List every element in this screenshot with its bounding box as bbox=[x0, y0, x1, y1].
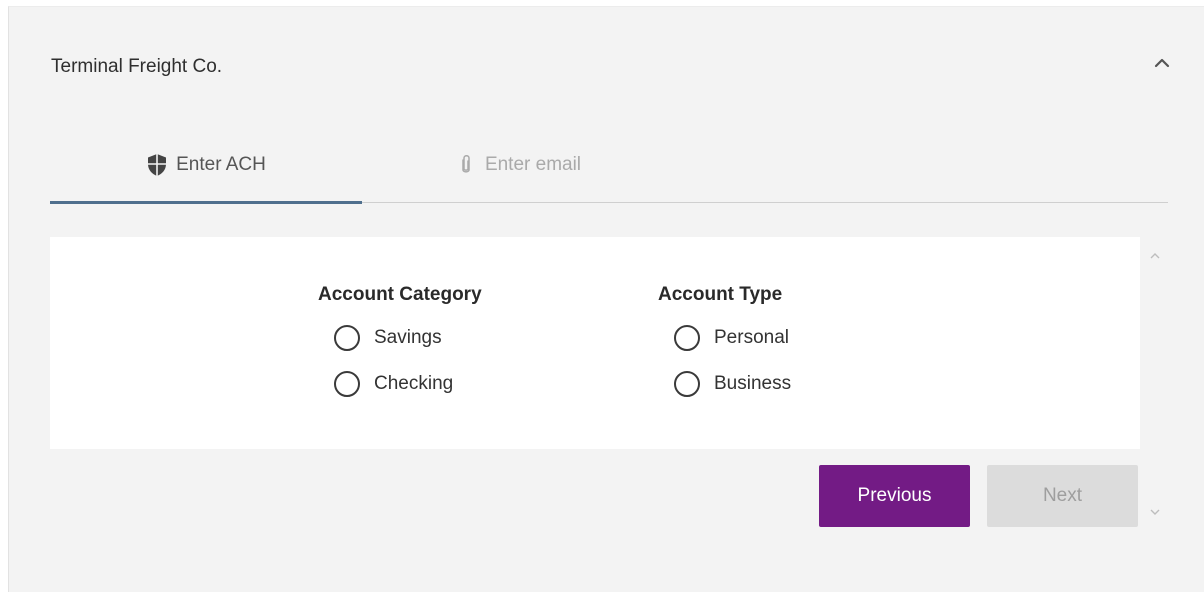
account-category-group: Account Category Savings Checking bbox=[318, 284, 482, 407]
account-type-group: Account Type Personal Business bbox=[658, 284, 791, 407]
tab-label: Enter email bbox=[484, 153, 582, 175]
radio-label: Personal bbox=[714, 327, 789, 348]
scrollbar[interactable] bbox=[1140, 237, 1168, 527]
scroll-up-icon[interactable] bbox=[1148, 249, 1162, 263]
radio-savings[interactable]: Savings bbox=[334, 315, 482, 361]
radio-business[interactable]: Business bbox=[674, 361, 791, 407]
radio-checking[interactable]: Checking bbox=[334, 361, 482, 407]
account-type-title: Account Type bbox=[658, 284, 783, 305]
radio-button[interactable] bbox=[674, 325, 700, 351]
shield-icon bbox=[146, 153, 168, 177]
collapse-button[interactable] bbox=[1150, 51, 1174, 75]
account-category-title: Account Category bbox=[318, 284, 482, 305]
radio-button[interactable] bbox=[674, 371, 700, 397]
tab-bar: Enter ACH Enter email bbox=[50, 127, 1168, 204]
next-button[interactable]: Next bbox=[987, 465, 1138, 527]
previous-button[interactable]: Previous bbox=[819, 465, 970, 527]
scroll-down-icon[interactable] bbox=[1148, 505, 1162, 519]
payment-panel: Terminal Freight Co. Enter ACH Enter ema… bbox=[8, 6, 1204, 592]
tab-label: Enter ACH bbox=[176, 153, 266, 175]
ach-form: Account Category Savings Checking Accoun… bbox=[50, 237, 1140, 449]
radio-label: Business bbox=[714, 373, 792, 394]
company-name: Terminal Freight Co. bbox=[51, 56, 223, 77]
radio-label: Savings bbox=[374, 327, 442, 348]
paperclip-icon bbox=[455, 153, 477, 177]
radio-label: Checking bbox=[374, 373, 454, 394]
tab-enter-ach[interactable]: Enter ACH bbox=[50, 127, 362, 204]
tab-enter-email[interactable]: Enter email bbox=[362, 127, 674, 202]
chevron-up-icon bbox=[1154, 58, 1170, 68]
radio-button[interactable] bbox=[334, 325, 360, 351]
radio-button[interactable] bbox=[334, 371, 360, 397]
radio-personal[interactable]: Personal bbox=[674, 315, 791, 361]
